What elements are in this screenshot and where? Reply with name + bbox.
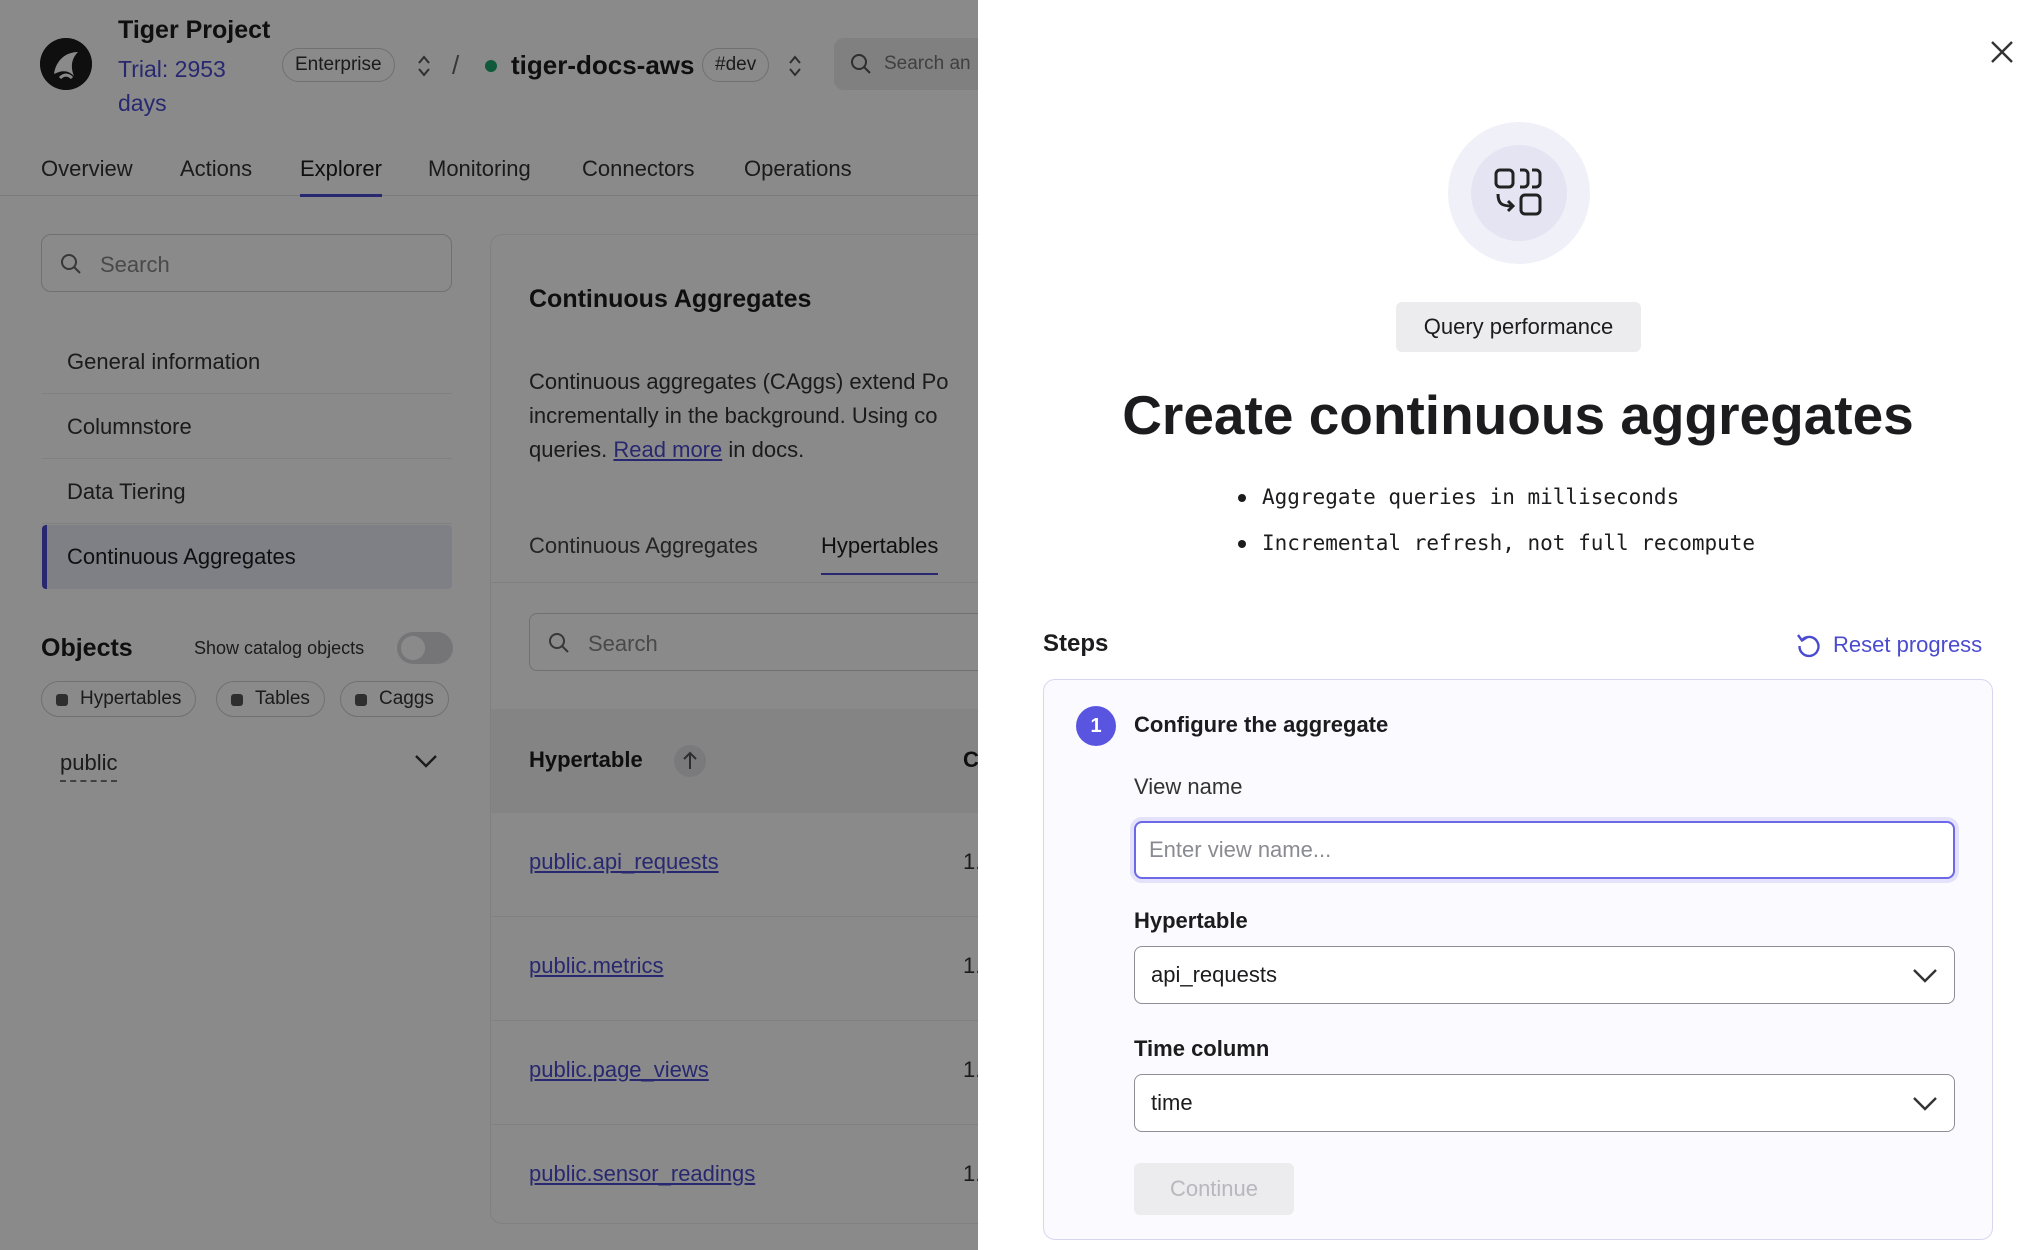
reset-progress-button[interactable]: Reset progress: [1795, 628, 1982, 662]
steps-heading: Steps: [1043, 630, 1109, 657]
reset-icon: [1797, 634, 1820, 658]
reset-progress-label: Reset progress: [1833, 632, 1983, 657]
time-column-label: Time column: [1134, 1036, 1270, 1061]
close-icon[interactable]: [1988, 38, 2016, 66]
feature-bullets: Aggregate queries in milliseconds Increm…: [1238, 480, 1755, 572]
feature-bullet: Aggregate queries in milliseconds: [1238, 480, 1755, 526]
aggregate-icon: [1494, 168, 1542, 216]
step-number-badge: 1: [1076, 706, 1116, 746]
chevron-down-icon: [1913, 969, 1937, 983]
hero-icon-circle: [1448, 122, 1590, 264]
view-name-input[interactable]: [1134, 821, 1955, 879]
time-column-select-value: time: [1151, 1090, 1193, 1115]
drawer-title: Create continuous aggregates: [1122, 384, 1914, 446]
step-title: Configure the aggregate: [1134, 712, 1389, 737]
step-card: 1 Configure the aggregate View name Hype…: [1043, 679, 1993, 1240]
feature-bullet: Incremental refresh, not full recompute: [1238, 526, 1755, 572]
modal-backdrop[interactable]: [0, 0, 978, 1250]
view-name-label: View name: [1134, 774, 1243, 799]
hypertable-label: Hypertable: [1134, 908, 1248, 933]
chevron-down-icon: [1913, 1097, 1937, 1111]
hypertable-select-value: api_requests: [1151, 962, 1277, 987]
hypertable-select[interactable]: api_requests: [1134, 946, 1955, 1004]
continue-button[interactable]: Continue: [1134, 1163, 1294, 1215]
hero-icon-inner: [1471, 145, 1567, 241]
category-badge: Query performance: [1396, 302, 1641, 352]
time-column-select[interactable]: time: [1134, 1074, 1955, 1132]
